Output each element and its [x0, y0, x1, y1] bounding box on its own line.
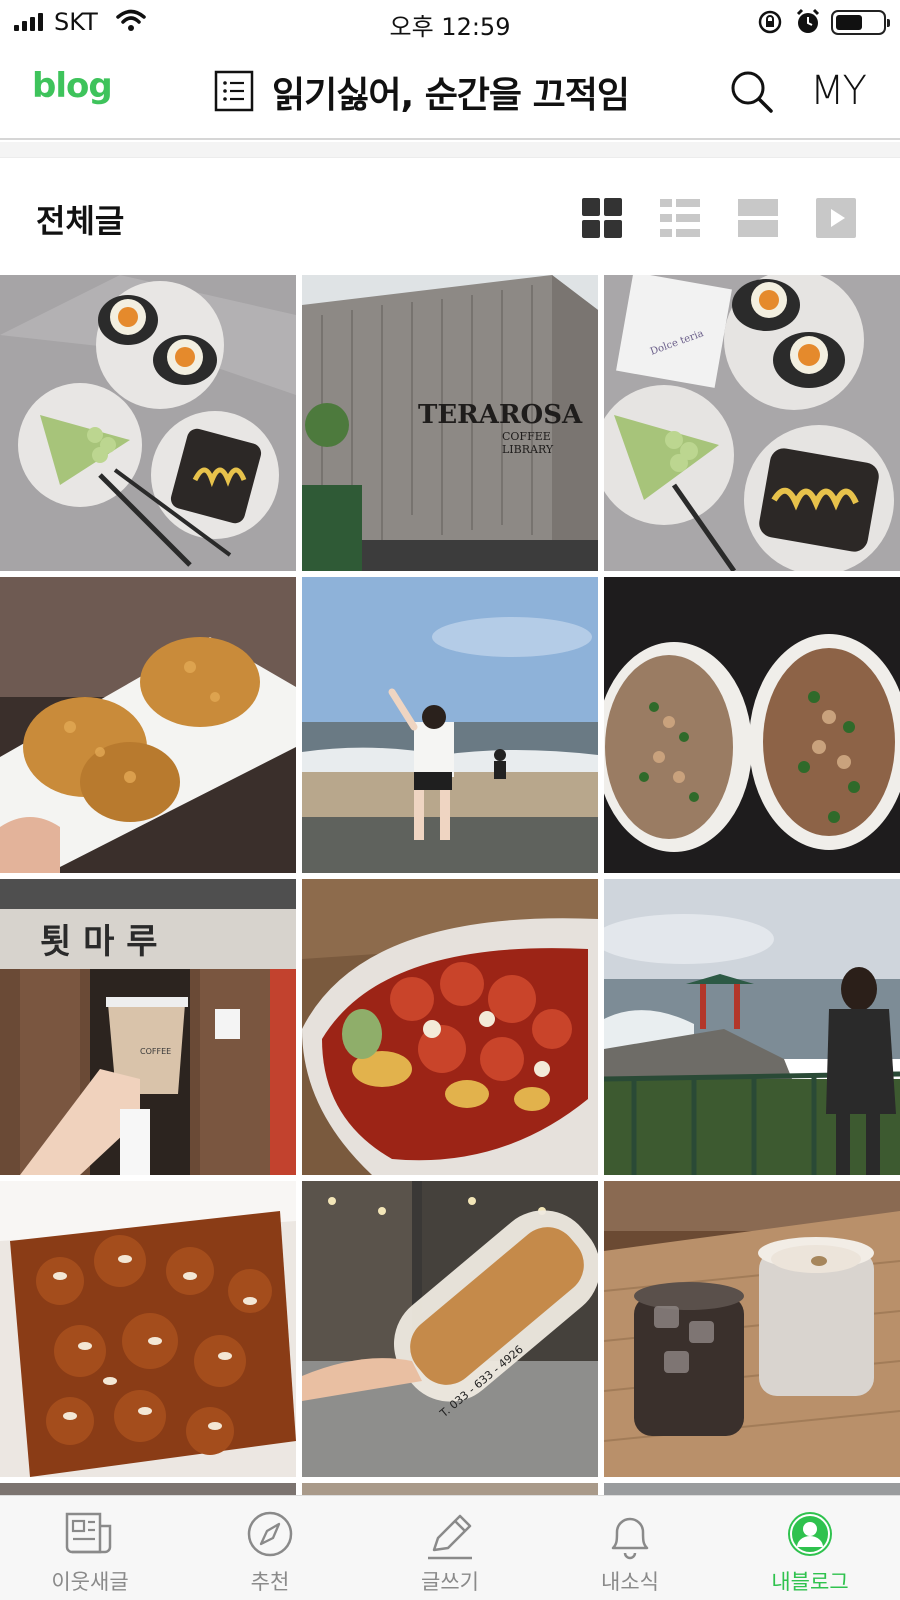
spicy-chicken-bowl-image	[302, 879, 598, 1175]
dessert-plates-2-image: Dolce teria	[604, 275, 900, 571]
fried-chicken-almonds-image	[0, 1181, 296, 1477]
section-title: 전체글	[36, 202, 125, 240]
photo-dessert-plates-2[interactable]: Dolce teria	[604, 275, 900, 571]
photo-iced-drinks[interactable]	[604, 1181, 900, 1477]
terarosa-sign: TERAROSA	[418, 400, 583, 430]
card-view-icon[interactable]	[738, 198, 778, 238]
photo-grid: TERAROSA COFFEE LIBRARY Dolce teria 툇 마 …	[0, 275, 900, 1495]
tab-recommend[interactable]: 추천	[180, 1496, 360, 1600]
photo-partial-2[interactable]	[302, 1483, 598, 1495]
tab-label-recommend: 추천	[250, 1570, 290, 1594]
rotation-lock-icon	[758, 10, 782, 34]
photo-seaside-pavilion[interactable]	[604, 879, 900, 1175]
alarm-icon	[796, 8, 820, 33]
svg-text:COFFEE: COFFEE	[502, 430, 551, 443]
post-list-icon[interactable]	[214, 70, 254, 112]
section-bar: 전체글	[0, 158, 900, 274]
compass-icon	[247, 1511, 293, 1557]
blog-logo[interactable]: blog	[32, 66, 113, 106]
photo-partial-1[interactable]	[0, 1483, 296, 1495]
beach-person-image	[302, 577, 598, 873]
svg-text:COFFEE: COFFEE	[140, 1047, 171, 1056]
photo-beach-person[interactable]	[302, 577, 598, 873]
battery-icon	[831, 10, 890, 35]
profile-icon	[788, 1512, 832, 1556]
photo-partial-3[interactable]	[604, 1483, 900, 1495]
croquettes-image	[0, 577, 296, 873]
svg-text:LIBRARY: LIBRARY	[502, 443, 554, 456]
cafe-sign: 툇 마 루	[40, 922, 158, 962]
photo-croquettes[interactable]	[0, 577, 296, 873]
pencil-icon	[428, 1514, 472, 1560]
tab-write[interactable]: 글쓰기	[360, 1496, 540, 1600]
bread-package-image: T. 033 - 633 - 4926	[302, 1181, 598, 1477]
tab-label-notifications: 내소식	[601, 1570, 659, 1594]
tab-label-write: 글쓰기	[421, 1570, 479, 1594]
fried-rice-bowls-image	[604, 577, 900, 873]
blog-title[interactable]: 읽기싫어, 순간을 끄적임	[272, 66, 630, 118]
dessert-plates-image	[0, 275, 296, 571]
photo-fried-rice-bowls[interactable]	[604, 577, 900, 873]
tab-label-my-blog: 내블로그	[771, 1570, 849, 1594]
cafe-coffee-cup-image: 툇 마 루 COFFEE	[0, 879, 296, 1175]
search-icon[interactable]	[730, 70, 774, 114]
photo-fried-chicken-almonds[interactable]	[0, 1181, 296, 1477]
list-view-icon[interactable]	[660, 198, 700, 238]
grid-view-icon[interactable]	[582, 198, 622, 238]
photo-bread-package[interactable]: T. 033 - 633 - 4926	[302, 1181, 598, 1477]
photo-dessert-plates[interactable]	[0, 275, 296, 571]
bell-icon	[611, 1517, 649, 1560]
photo-cafe-coffee-cup[interactable]: 툇 마 루 COFFEE	[0, 879, 296, 1175]
my-button[interactable]: MY	[810, 68, 867, 114]
header-divider	[0, 142, 900, 158]
photo-spicy-chicken-bowl[interactable]	[302, 879, 598, 1175]
tab-notifications[interactable]: 내소식	[540, 1496, 720, 1600]
app-header: blog 읽기싫어, 순간을 끄적임 MY	[0, 44, 900, 140]
status-bar: SKT 오후 12:59	[0, 0, 900, 44]
iced-drinks-image	[604, 1181, 900, 1477]
photo-terarosa-building[interactable]: TERAROSA COFFEE LIBRARY	[302, 275, 598, 571]
bottom-tab-bar: 이웃새글 추천 글쓰기 내소식 내블로그	[0, 1495, 900, 1600]
tab-my-blog[interactable]: 내블로그	[720, 1496, 900, 1600]
news-icon	[65, 1512, 112, 1554]
tab-neighbor-posts[interactable]: 이웃새글	[0, 1496, 180, 1600]
video-view-icon[interactable]	[816, 198, 856, 238]
terarosa-building-image: TERAROSA COFFEE LIBRARY	[302, 275, 598, 571]
seaside-pavilion-image	[604, 879, 900, 1175]
tab-label-neighbor-posts: 이웃새글	[51, 1570, 129, 1594]
